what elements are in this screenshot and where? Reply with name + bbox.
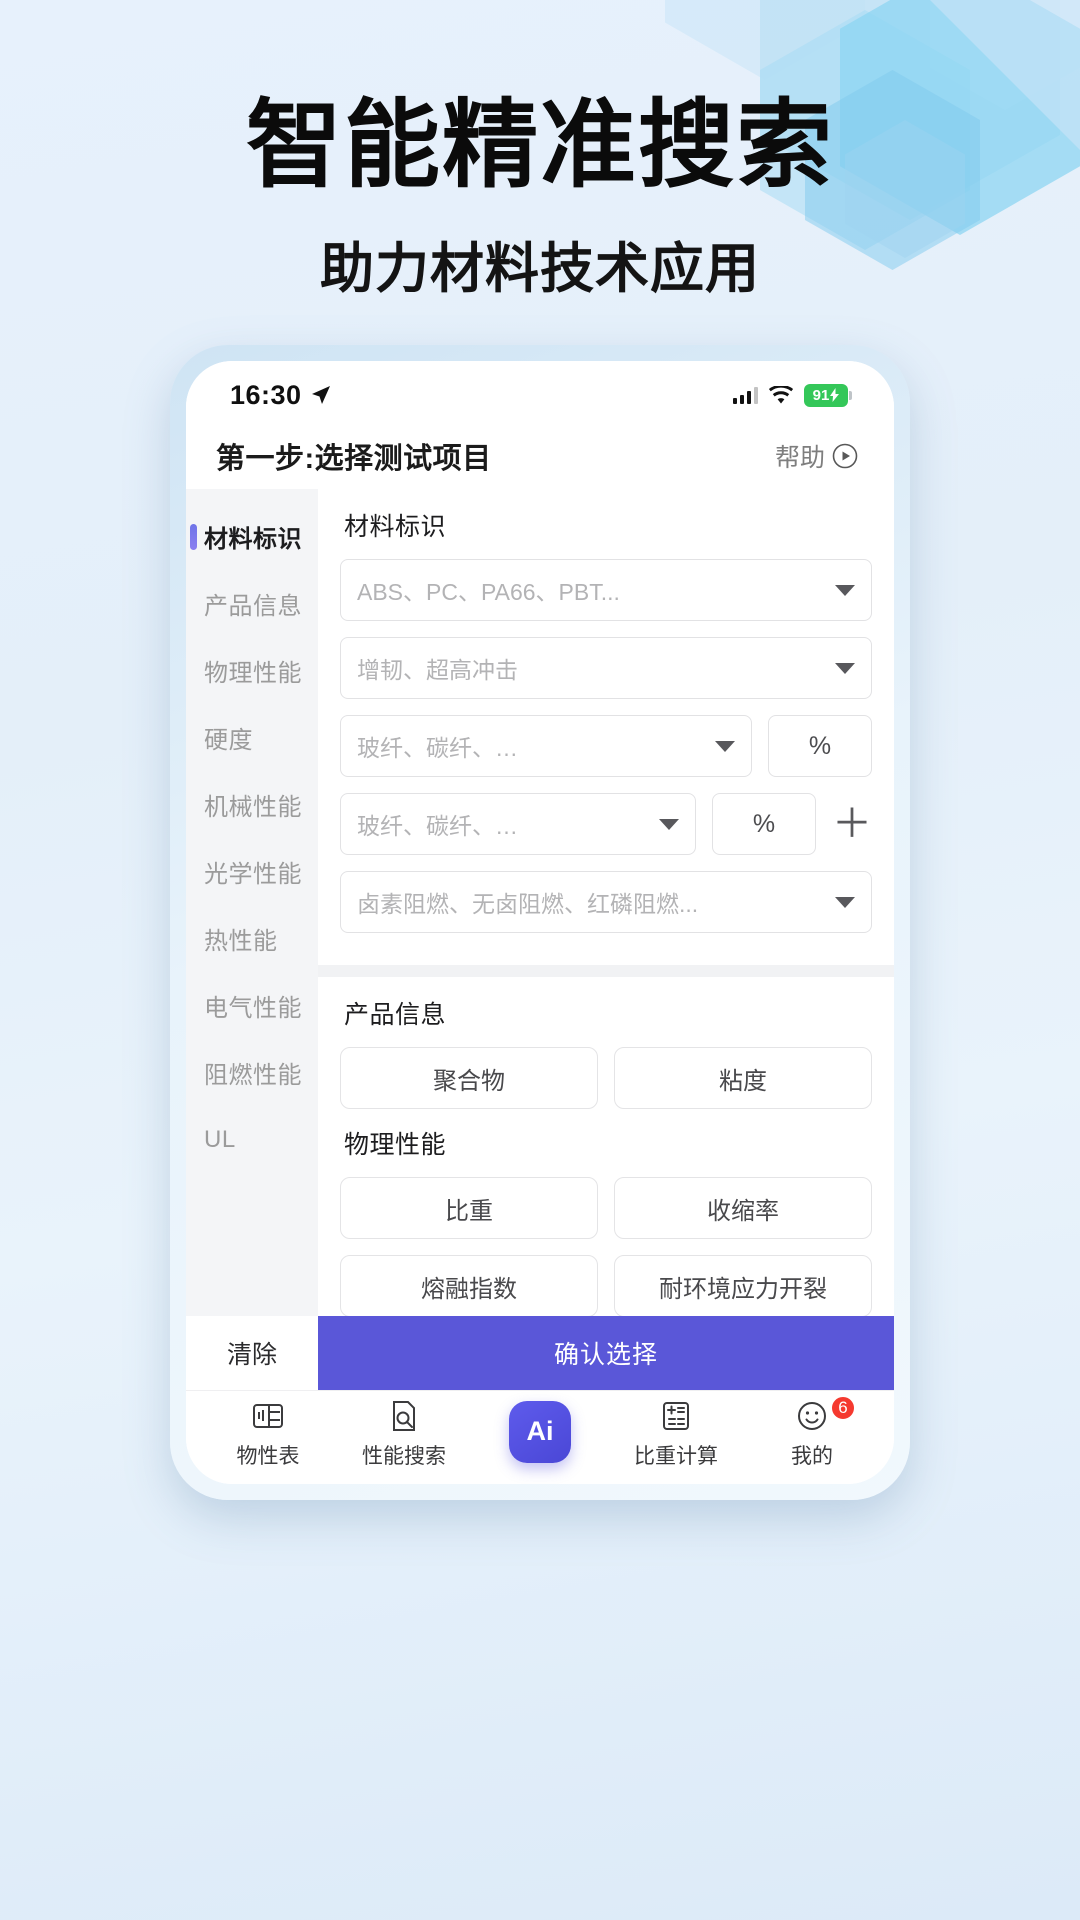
tab-label: 物性表 xyxy=(236,1445,300,1468)
resin-select-placeholder: ABS、PC、PA66、PBT... xyxy=(357,579,620,605)
play-circle-icon xyxy=(832,443,858,469)
status-bar-left: 16:30 xyxy=(230,380,331,411)
sidebar-item-label: 光学性能 xyxy=(204,861,302,888)
sidebar-item-label: 电气性能 xyxy=(204,995,302,1022)
calculator-icon xyxy=(663,1402,689,1430)
tab-ai[interactable]: Ai xyxy=(472,1400,608,1469)
cellular-signal-icon xyxy=(733,386,758,404)
tab-label: 我的 xyxy=(791,1445,833,1468)
battery-cap xyxy=(849,390,852,400)
chevron-down-icon xyxy=(835,662,855,674)
modifier-select-placeholder: 增韧、超高冲击 xyxy=(357,657,518,683)
physical-section-title: 物理性能 xyxy=(344,1131,447,1159)
physical-chip-grid: 比重 收缩率 熔融指数 耐环境应力开裂 卤含量 乙苯含量 xyxy=(340,1177,872,1316)
sidebar-item-thermal[interactable]: 热性能 xyxy=(186,905,318,972)
filler-select-2[interactable]: 玻纤、碳纤、… xyxy=(340,793,696,855)
filler-select-1-placeholder: 玻纤、碳纤、… xyxy=(357,735,518,761)
filler-select-1[interactable]: 玻纤、碳纤、… xyxy=(340,715,752,777)
search-document-icon xyxy=(393,1401,415,1431)
sidebar-item-label: 阻燃性能 xyxy=(204,1062,302,1089)
profile-icon xyxy=(798,1402,826,1430)
chevron-down-icon xyxy=(659,818,679,830)
charging-bolt-icon xyxy=(830,388,840,402)
status-bar-right: 91 xyxy=(733,383,852,407)
ai-button-icon[interactable]: Ai xyxy=(509,1400,571,1463)
form-pane: 材料标识 ABS、PC、PA66、PBT... 增韧、超高冲击 玻纤、碳纤、… xyxy=(318,489,894,1316)
filler-percent-input-2[interactable]: % xyxy=(712,793,816,855)
chip-melt-index[interactable]: 熔融指数 xyxy=(340,1255,598,1316)
resin-select[interactable]: ABS、PC、PA66、PBT... xyxy=(340,559,872,621)
category-sidebar: 材料标识 产品信息 物理性能 硬度 机械性能 光学性能 热性能 电气性能 阻燃性… xyxy=(186,489,318,1316)
sidebar-item-label: 产品信息 xyxy=(204,593,302,620)
filler-percent-unit-1: % xyxy=(808,731,832,760)
material-id-card: 材料标识 ABS、PC、PA66、PBT... 增韧、超高冲击 玻纤、碳纤、… xyxy=(318,489,894,965)
filler-row-1: 玻纤、碳纤、… % xyxy=(340,715,872,777)
clear-button[interactable]: 清除 xyxy=(186,1316,318,1390)
battery-icon: 91 xyxy=(804,383,852,407)
sidebar-item-label: 硬度 xyxy=(204,727,253,754)
filler-percent-unit-2: % xyxy=(752,809,776,838)
battery-level: 91 xyxy=(812,386,830,404)
chip-shrinkage[interactable]: 收缩率 xyxy=(614,1177,872,1239)
status-badge: 6 xyxy=(830,1395,856,1421)
tab-density-calculator[interactable]: 比重计算 xyxy=(608,1399,744,1470)
sidebar-item-label: 机械性能 xyxy=(204,794,302,821)
app-header: 第一步:选择测试项目 帮助 xyxy=(186,423,894,489)
sidebar-item-label: 热性能 xyxy=(204,928,278,955)
bottom-tab-bar: 物性表 性能搜索 Ai 比重计算 我的 6 xyxy=(186,1390,894,1484)
location-arrow-icon xyxy=(311,386,330,404)
sidebar-item-ul[interactable]: UL xyxy=(186,1106,318,1173)
add-filler-button[interactable]: ＋ xyxy=(832,804,872,844)
chip-polymer[interactable]: 聚合物 xyxy=(340,1047,598,1109)
chip-viscosity[interactable]: 粘度 xyxy=(614,1047,872,1109)
sidebar-item-label: 材料标识 xyxy=(204,526,302,553)
filler-row-2: 玻纤、碳纤、… % ＋ xyxy=(340,793,872,855)
flame-retardant-placeholder: 卤素阻燃、无卤阻燃、红磷阻燃... xyxy=(357,891,699,917)
filler-select-2-placeholder: 玻纤、碳纤、… xyxy=(357,813,518,839)
properties-card: 产品信息 聚合物 粘度 物理性能 比重 收缩率 熔融指数 耐环境应力开裂 卤含量… xyxy=(318,977,894,1316)
chip-specific-gravity[interactable]: 比重 xyxy=(340,1177,598,1239)
properties-table-icon xyxy=(253,1404,283,1428)
sidebar-item-flame[interactable]: 阻燃性能 xyxy=(186,1039,318,1106)
chevron-down-icon xyxy=(715,740,735,752)
modifier-select[interactable]: 增韧、超高冲击 xyxy=(340,637,872,699)
tab-performance-search[interactable]: 性能搜索 xyxy=(336,1399,472,1470)
help-label: 帮助 xyxy=(774,444,825,472)
sidebar-item-label: 物理性能 xyxy=(204,660,302,687)
confirm-selection-button[interactable]: 确认选择 xyxy=(318,1316,894,1390)
action-bar: 清除 确认选择 xyxy=(186,1316,894,1390)
main-content: 材料标识 产品信息 物理性能 硬度 机械性能 光学性能 热性能 电气性能 阻燃性… xyxy=(186,489,894,1316)
chevron-down-icon xyxy=(835,584,855,596)
promo-title: 智能精准搜索 xyxy=(246,92,834,199)
chevron-down-icon xyxy=(835,896,855,908)
tab-label: 性能搜索 xyxy=(362,1445,446,1468)
sidebar-item-label: UL xyxy=(204,1125,236,1153)
phone-screen: 16:30 91 第一步:选择测试项目 帮助 材料标识 产品信息 物理性能 硬度… xyxy=(186,361,894,1484)
sidebar-item-hardness[interactable]: 硬度 xyxy=(186,704,318,771)
page-title: 第一步:选择测试项目 xyxy=(216,443,492,475)
status-time: 16:30 xyxy=(230,379,302,410)
sidebar-item-material-id[interactable]: 材料标识 xyxy=(186,503,318,570)
help-button[interactable]: 帮助 xyxy=(775,438,858,474)
sidebar-item-physical[interactable]: 物理性能 xyxy=(186,637,318,704)
sidebar-item-electrical[interactable]: 电气性能 xyxy=(186,972,318,1039)
status-bar: 16:30 91 xyxy=(186,361,894,423)
product-section-title: 产品信息 xyxy=(344,1001,447,1029)
tab-properties-table[interactable]: 物性表 xyxy=(200,1399,336,1470)
sidebar-item-optical[interactable]: 光学性能 xyxy=(186,838,318,905)
sidebar-item-product-info[interactable]: 产品信息 xyxy=(186,570,318,637)
filler-percent-input-1[interactable]: % xyxy=(768,715,872,777)
section-divider xyxy=(318,965,894,977)
sidebar-item-mechanical[interactable]: 机械性能 xyxy=(186,771,318,838)
wifi-icon xyxy=(768,385,794,403)
chip-escr[interactable]: 耐环境应力开裂 xyxy=(614,1255,872,1316)
tab-profile[interactable]: 我的 6 xyxy=(744,1395,880,1470)
phone-mockup-frame: 16:30 91 第一步:选择测试项目 帮助 材料标识 产品信息 物理性能 硬度… xyxy=(170,345,910,1500)
product-chip-grid: 聚合物 粘度 xyxy=(340,1047,872,1109)
flame-retardant-select[interactable]: 卤素阻燃、无卤阻燃、红磷阻燃... xyxy=(340,871,872,933)
tab-label: 比重计算 xyxy=(634,1445,718,1468)
material-section-title: 材料标识 xyxy=(344,513,447,541)
promo-subtitle: 助力材料技术应用 xyxy=(320,239,760,299)
